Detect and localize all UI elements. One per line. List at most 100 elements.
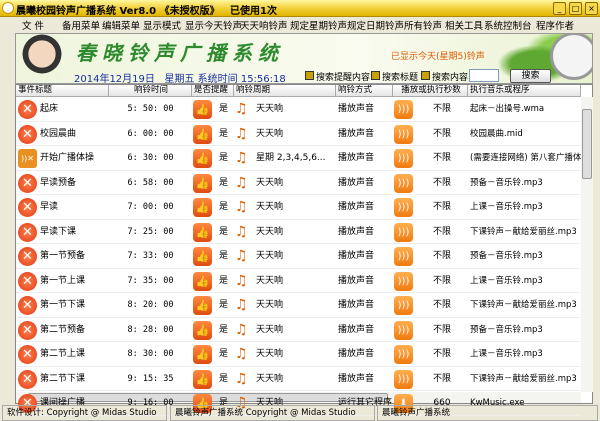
music-note-icon: ♫ (235, 346, 248, 362)
clock-icon (550, 34, 592, 80)
ring-method: 播放声音 (338, 202, 375, 212)
search-title-checkbox[interactable] (371, 71, 380, 80)
time-label: 系统时间 (197, 74, 238, 84)
event-title: 早读 (40, 202, 59, 212)
event-title: 第二节预备 (40, 324, 86, 335)
menu-4[interactable]: 显示今天铃声 (185, 18, 242, 32)
vertical-scroll-thumb[interactable] (582, 109, 592, 179)
menu-11[interactable]: 程序作者 (536, 18, 574, 32)
remind-value: 是 (219, 128, 229, 139)
search-input[interactable] (469, 69, 499, 82)
close-icon[interactable]: ✕ (18, 320, 37, 340)
ring-time: 6: 00: 00 (127, 128, 174, 139)
table-row[interactable]: ✕ 早读预备 6: 58: 00 👍 是 ♫ 天天响 播放声音))) 不限 预备－音乐铃.mp3 (16, 171, 581, 195)
thumbs-up-icon: 👍 (193, 124, 212, 144)
status-copyright: 晨曦铃声广播系统 Copyright @ Midas Studio (170, 405, 375, 421)
close-icon[interactable]: ✕ (18, 198, 37, 217)
rss-icon: ))) (394, 173, 413, 193)
table-row[interactable]: ✕ 起床 5: 50: 00 👍 是 ♫ 天天响 播放声音))) 不限 起床－出操号.wma (16, 97, 581, 122)
menu-1[interactable]: 备用菜单 (62, 18, 100, 32)
menu-bar: 文 件 备用菜单 编辑菜单 显示模式 显示今天铃声 天天响铃声 规定星期铃声 规定日期铃声 所有… (0, 17, 600, 32)
close-button[interactable]: × (585, 2, 598, 15)
ring-time: 7: 35: 00 (127, 275, 174, 286)
thumbs-up-icon: 👍 (193, 271, 212, 291)
column-header[interactable]: 播放或执行秒数 (393, 85, 468, 97)
date-time: 2014年12月19日 星期五 系统时间 15:56:18 (74, 70, 286, 84)
close-icon[interactable]: ✕ (18, 271, 37, 291)
menu-3[interactable]: 显示模式 (143, 18, 181, 32)
menu-2[interactable]: 编辑菜单 (102, 18, 140, 32)
event-title: 第一节下课 (40, 300, 86, 310)
search-content-checkbox[interactable] (421, 71, 430, 80)
program: 下课铃声－献给爱丽丝.mp3 (470, 300, 577, 310)
table-row[interactable]: ))✕ 开始广播体操 6: 30: 00 👍 是 ♫ 星期 2,3,4,5,6... 播放声音… (16, 146, 581, 171)
ring-time: 7: 00: 00 (127, 202, 174, 212)
table-row[interactable]: ✕ 第一节预备 7: 33: 00 👍 是 ♫ 天天响 播放声音))) 不限 预备－音乐铃.mp3 (16, 244, 581, 269)
ring-method: 播放声音 (338, 300, 375, 310)
maximize-button[interactable]: □ (569, 2, 582, 15)
play-seconds: 不限 (432, 128, 451, 139)
program: 预备－音乐铃.mp3 (470, 177, 543, 188)
ring-cycle: 天天响 (256, 177, 284, 188)
remind-value: 是 (219, 251, 229, 261)
event-title: 早读下课 (40, 226, 77, 237)
vertical-scrollbar[interactable] (581, 97, 593, 392)
column-header[interactable]: 响铃周期 (234, 85, 336, 97)
menu-9[interactable]: 相关工具 (445, 18, 483, 32)
close-icon[interactable]: ✕ (18, 369, 37, 389)
column-header[interactable]: 是否提醒 (192, 85, 234, 97)
remind-value: 是 (219, 300, 229, 310)
program: 起床－出操号.wma (470, 104, 545, 114)
close-icon[interactable]: ✕ (18, 345, 37, 364)
title-bar: 晨曦校园铃声广播系统 Ver8.0 《未授权版》 已使用1次 _ □ × (0, 0, 600, 17)
close-icon[interactable]: ✕ (18, 222, 37, 242)
search-title-label: 搜索标题 (382, 73, 419, 83)
table-row[interactable]: ✕ 早读下课 7: 25: 00 👍 是 ♫ 天天响 播放声音))) 不限 下课铃声－献给爱丽丝.… (16, 220, 581, 244)
column-header[interactable]: 事件标题 (16, 85, 109, 97)
rss-icon: ))) (394, 247, 413, 266)
ring-cycle: 星期 2,3,4,5,6... (256, 153, 326, 163)
close-icon[interactable]: ✕ (18, 124, 37, 144)
close-icon[interactable]: ✕ (18, 296, 37, 315)
menu-0[interactable]: 文 件 (22, 18, 44, 32)
play-seconds: 不限 (432, 300, 451, 310)
table-row[interactable]: ✕ 第一节下课 8: 20: 00 👍 是 ♫ 天天响 播放声音))) 不限 下课铃声－献给爱丽丝… (16, 293, 581, 318)
ring-cycle: 天天响 (256, 128, 284, 139)
rss-icon: ))) (394, 149, 413, 168)
close-icon[interactable]: ✕ (18, 173, 37, 193)
music-note-icon: ♫ (235, 199, 248, 215)
table-row[interactable]: ✕ 第一节上课 7: 35: 00 👍 是 ♫ 天天响 播放声音))) 不限 上课－音乐铃.mp3 (16, 269, 581, 293)
play-seconds: 不限 (432, 373, 451, 384)
table-row[interactable]: ✕ 第二节上课 8: 30: 00 👍 是 ♫ 天天响 播放声音))) 不限 上课－音乐铃.mp3 (16, 342, 581, 367)
table-row[interactable]: ✕ 早读 7: 00: 00 👍 是 ♫ 天天响 播放声音))) 不限 上课－音乐铃.mp3 (16, 195, 581, 220)
column-header[interactable]: 响铃方式 (336, 85, 393, 97)
column-header[interactable]: 执行音乐或程序 (468, 85, 581, 97)
play-seconds: 不限 (432, 275, 451, 286)
app-icon[interactable] (2, 2, 14, 14)
window-title: 晨曦校园铃声广播系统 Ver8.0 《未授权版》 已使用1次 (16, 6, 277, 17)
column-header[interactable]: 响铃时间 (109, 85, 192, 97)
search-remind-checkbox[interactable] (305, 71, 314, 80)
close-icon[interactable]: ✕ (18, 247, 37, 266)
close-icon[interactable]: ✕ (18, 100, 37, 119)
table-row[interactable]: ✕ 校园晨曲 6: 00: 00 👍 是 ♫ 天天响 播放声音))) 不限 校园晨曲.mid (16, 122, 581, 146)
menu-7[interactable]: 规定日期铃声 (347, 18, 404, 32)
menu-8[interactable]: 所有铃声 (404, 18, 442, 32)
play-seconds: 不限 (432, 153, 451, 163)
ring-cycle: 天天响 (256, 226, 284, 237)
program: 下课铃声－献给爱丽丝.mp3 (470, 226, 577, 237)
menu-6[interactable]: 规定星期铃声 (290, 18, 347, 32)
rss-icon: ))) (394, 271, 413, 291)
rss-disabled-icon[interactable]: ))✕ (18, 149, 37, 168)
operator-image (18, 34, 66, 83)
menu-5[interactable]: 天天响铃声 (240, 18, 288, 32)
time: 15:56:18 (240, 74, 286, 84)
search-button[interactable]: 搜索 (510, 69, 551, 83)
menu-10[interactable]: 系统控制台 (484, 18, 532, 32)
minimize-button[interactable]: _ (553, 2, 566, 15)
program: 上课－音乐铃.mp3 (470, 275, 543, 286)
event-title: 校园晨曲 (40, 128, 77, 139)
table-row[interactable]: ✕ 第二节预备 8: 28: 00 👍 是 ♫ 天天响 播放声音))) 不限 预备－音乐铃.mp3 (16, 318, 581, 342)
table-row[interactable]: ✕ 第二节下课 9: 15: 35 👍 是 ♫ 天天响 播放声音))) 不限 下课铃声－献给爱丽丝… (16, 367, 581, 391)
ring-method: 播放声音 (338, 226, 375, 237)
